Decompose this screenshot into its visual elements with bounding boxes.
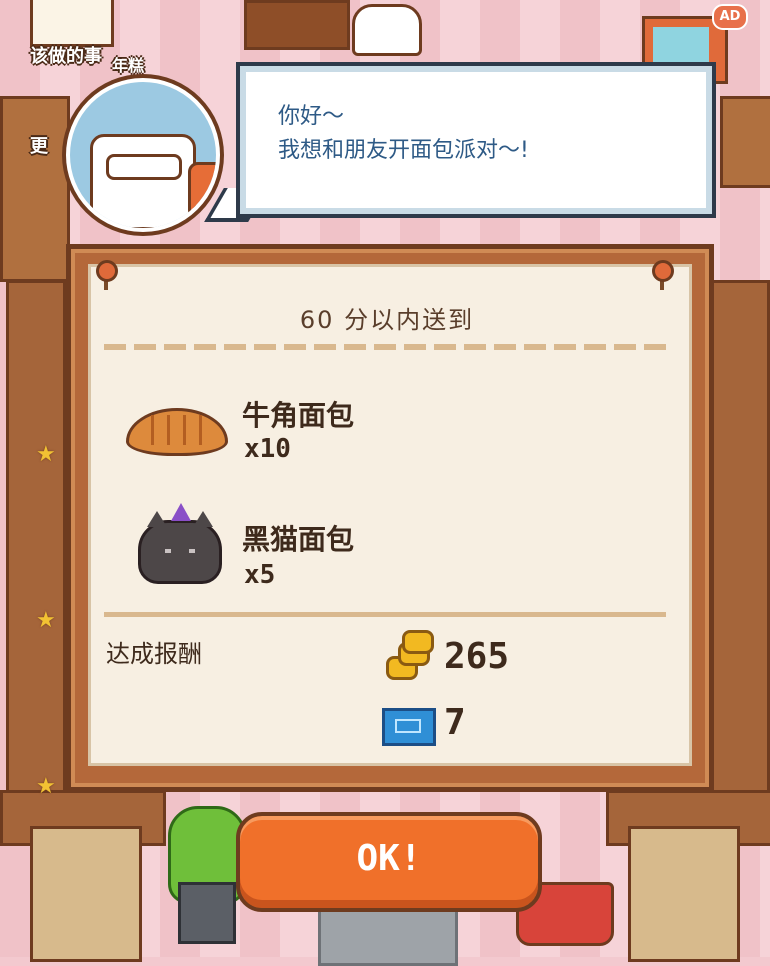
reward-divider (104, 612, 666, 617)
ticket-reward-value: 7 (444, 702, 466, 743)
black-cat-bread-icon (138, 503, 222, 584)
ok-button[interactable]: OK! (236, 812, 542, 912)
glasses-icon (106, 154, 182, 180)
chef-hat-icon (352, 4, 422, 56)
counter-right (720, 96, 770, 188)
counter-left (0, 96, 70, 282)
pin-icon (652, 260, 674, 282)
crate (628, 826, 740, 962)
customer-message: 你好～ 我想和朋友开面包派对～! (278, 104, 529, 163)
gold-coins-icon (384, 630, 434, 680)
ad-badge[interactable]: AD (712, 4, 748, 30)
order-item-name: 牛角面包 (242, 399, 355, 432)
pin-icon (96, 260, 118, 282)
star-icon: ★ (36, 608, 56, 633)
order-item-quantity: x5 (244, 560, 276, 590)
task-note-icon[interactable] (30, 0, 114, 47)
task-label[interactable]: 该做的事 (30, 42, 102, 68)
reward-label: 达成报酬 (106, 640, 202, 668)
ticket-icon (382, 708, 436, 746)
coin-reward-value: 265 (444, 636, 510, 677)
plant-pot (178, 882, 236, 944)
customer-name-label: 年糕 (112, 56, 145, 75)
wall-shelf (244, 0, 350, 50)
order-item-quantity: x10 (244, 434, 291, 464)
display-shelf-right (706, 280, 770, 806)
crate (30, 826, 142, 962)
delivery-time-limit: 60 分以内送到 (299, 306, 475, 334)
star-icon: ★ (36, 774, 56, 799)
display-shelf-left (6, 280, 66, 806)
customer-avatar (66, 78, 220, 232)
customer-face-icon (90, 134, 196, 228)
order-item-name: 黑猫面包 (242, 523, 355, 556)
dashed-divider (104, 344, 670, 350)
side-menu-label[interactable]: 更 (30, 132, 48, 158)
star-icon: ★ (36, 442, 56, 467)
